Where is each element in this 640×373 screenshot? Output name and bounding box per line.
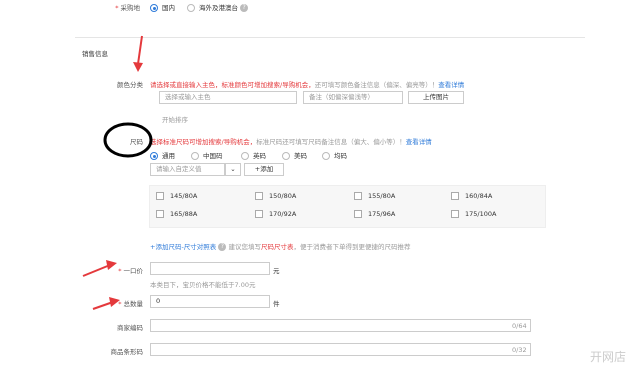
arrow-head-price — [106, 260, 117, 270]
arrow-to-price — [82, 264, 111, 277]
annotation-overlay — [82, 35, 153, 310]
arrow-head-quantity — [109, 297, 120, 307]
size-circle-annotation — [103, 122, 153, 158]
arrow-to-quantity — [92, 301, 114, 310]
arrow-to-color — [137, 35, 143, 65]
arrow-head-color — [133, 62, 143, 72]
